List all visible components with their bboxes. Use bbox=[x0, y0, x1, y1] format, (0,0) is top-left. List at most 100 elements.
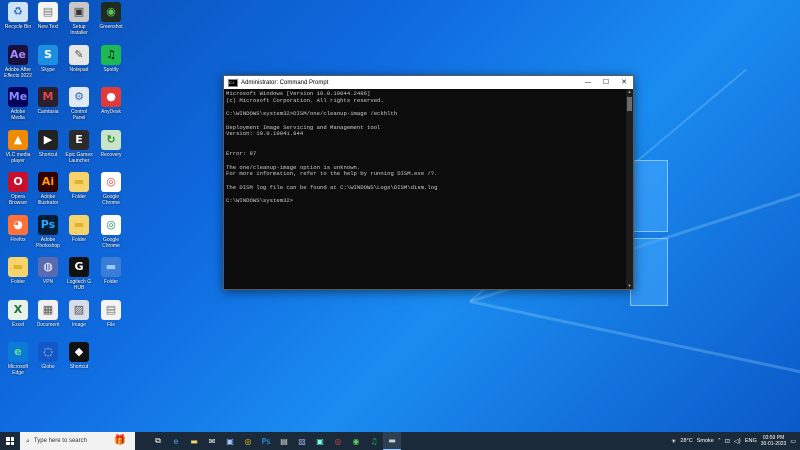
desktop-shortcut-label: Camtasia bbox=[37, 109, 59, 115]
cmd-icon[interactable]: ▬ bbox=[383, 432, 401, 450]
desktop-shortcut[interactable]: ◆ Shortcut bbox=[65, 342, 93, 380]
record-icon: ● bbox=[101, 87, 121, 107]
skype-icon: S bbox=[38, 44, 58, 65]
desktop-shortcut[interactable]: ▦ Document bbox=[34, 299, 62, 338]
window-title: Administrator: Command Prompt bbox=[241, 79, 329, 86]
language-indicator[interactable]: ENG bbox=[745, 438, 757, 444]
notification-icon[interactable]: ▭ bbox=[790, 438, 796, 445]
paint-icon[interactable]: ▨ bbox=[293, 432, 311, 450]
steam-icon: ◆ bbox=[69, 342, 89, 362]
desktop-shortcut[interactable]: ◌ Globe bbox=[34, 342, 62, 380]
chevron-up-icon[interactable]: ˄ bbox=[718, 438, 721, 445]
photoshop-icon[interactable]: Ps bbox=[257, 432, 275, 450]
system-tray: ☀ 28°C Smoke ˄ ⊡ ◁) ENG 03:59 PM 30-01-2… bbox=[671, 435, 800, 447]
desktop-shortcut-label: New Text bbox=[37, 24, 59, 30]
desktop-shortcut-label: Shortcut bbox=[38, 151, 58, 158]
desktop-shortcut[interactable]: M Camtasia bbox=[34, 87, 62, 125]
desktop-shortcut-label: Folder bbox=[71, 236, 87, 243]
desktop-shortcut[interactable]: ▤ New Text bbox=[34, 2, 62, 40]
weather-icon[interactable]: ☀ bbox=[671, 438, 676, 445]
desktop-shortcut[interactable]: ▬ Folder bbox=[4, 257, 32, 295]
desktop-shortcut[interactable]: ✎ Notepad bbox=[65, 44, 93, 83]
document-icon: ▦ bbox=[38, 299, 58, 320]
desktop-shortcut-label: Recycle Bin bbox=[4, 24, 32, 30]
desktop-shortcut[interactable]: ◎ Google Chrome bbox=[97, 214, 125, 253]
clock[interactable]: 03:59 PM 30-01-2023 bbox=[761, 435, 787, 447]
notepad-icon[interactable]: ▤ bbox=[275, 432, 293, 450]
desktop-shortcut[interactable]: ◕ Firefox bbox=[4, 214, 32, 253]
command-prompt-window[interactable]: C:\ Administrator: Command Prompt — ☐ ✕ … bbox=[223, 75, 634, 290]
desktop-shortcut[interactable]: X Excel bbox=[4, 299, 32, 338]
file-explorer-icon[interactable]: ▬ bbox=[185, 432, 203, 450]
desktop-shortcut[interactable]: ♫ Spotify bbox=[97, 44, 125, 83]
desktop-shortcut-label: Folder bbox=[10, 279, 26, 285]
clock-date: 30-01-2023 bbox=[760, 441, 787, 447]
desktop-shortcut-label: Adobe After Effects 2022 bbox=[4, 66, 32, 79]
start-button[interactable] bbox=[0, 432, 20, 450]
close-button[interactable]: ✕ bbox=[615, 76, 633, 89]
desktop-shortcut[interactable]: ◎ Google Chrome bbox=[97, 172, 125, 210]
desktop-shortcut[interactable]: ▣ Setup Installer bbox=[65, 2, 93, 40]
desktop-shortcut-label: Google Chrome bbox=[102, 236, 120, 249]
folder-icon: ▬ bbox=[69, 172, 89, 192]
vlc-icon: ▲ bbox=[8, 129, 28, 150]
desktop-shortcut[interactable]: Ae Adobe After Effects 2022 bbox=[4, 44, 32, 83]
windows-logo-pane bbox=[630, 160, 668, 232]
scroll-thumb[interactable] bbox=[627, 97, 632, 111]
desktop-shortcut[interactable]: ▨ Image bbox=[65, 299, 93, 338]
title-bar[interactable]: C:\ Administrator: Command Prompt — ☐ ✕ bbox=[224, 76, 633, 89]
weather-temp[interactable]: 28°C bbox=[680, 438, 692, 444]
desktop-shortcut-label: Recovery bbox=[100, 151, 122, 158]
scroll-down-icon[interactable]: ▼ bbox=[626, 283, 633, 289]
desktop-shortcut[interactable]: ● AnyDesk bbox=[97, 87, 125, 125]
desktop-shortcut[interactable]: ♻ Recycle Bin bbox=[4, 2, 32, 40]
greenshot-icon: ◉ bbox=[101, 2, 121, 22]
scrollbar[interactable]: ▲ ▼ bbox=[626, 89, 633, 289]
volume-icon[interactable]: ◁) bbox=[734, 438, 741, 445]
desktop-shortcut[interactable]: ▲ VLC media player bbox=[4, 129, 32, 168]
network-icon[interactable]: ⊡ bbox=[725, 438, 730, 445]
recovery-icon: ↻ bbox=[101, 129, 121, 150]
illustrator-icon: Ai bbox=[38, 172, 58, 192]
desktop-shortcut[interactable]: Ps Adobe Photoshop bbox=[34, 214, 62, 253]
desktop-shortcut[interactable]: ↻ Recovery bbox=[97, 129, 125, 168]
desktop-shortcut[interactable]: ◍ VPN bbox=[34, 257, 62, 295]
desktop-shortcut-label: VLC media player bbox=[5, 151, 31, 164]
desktop-shortcut[interactable]: ▶ Shortcut bbox=[34, 129, 62, 168]
desktop-shortcut[interactable]: ▬ Folder bbox=[65, 214, 93, 253]
task-view-icon[interactable]: ⧉ bbox=[149, 432, 167, 450]
file-icon: ▤ bbox=[101, 299, 121, 320]
maximize-button[interactable]: ☐ bbox=[597, 76, 615, 89]
desktop-shortcut[interactable]: S Skype bbox=[34, 44, 62, 83]
search-highlight-icon[interactable]: 🎁 bbox=[105, 433, 135, 449]
edge-icon[interactable]: e bbox=[167, 432, 185, 450]
desktop-shortcut[interactable]: ⚙ Control Panel bbox=[65, 87, 93, 125]
desktop-shortcut[interactable]: ▤ File bbox=[97, 299, 125, 338]
scroll-up-icon[interactable]: ▲ bbox=[626, 89, 633, 95]
minimize-button[interactable]: — bbox=[579, 76, 597, 89]
desktop-shortcut[interactable]: ▬ Folder bbox=[97, 257, 125, 295]
desktop-shortcut[interactable]: ◉ Greenshot bbox=[97, 2, 125, 40]
desktop-shortcut[interactable]: Ai Adobe Illustrator bbox=[34, 172, 62, 210]
app-icon[interactable]: ◉ bbox=[347, 432, 365, 450]
console-output[interactable]: Microsoft Windows [Version 10.0.19044.24… bbox=[226, 91, 625, 289]
desktop-shortcut[interactable]: O Opera Browser bbox=[4, 172, 32, 210]
recycle-bin-icon: ♻ bbox=[8, 2, 28, 22]
chrome-icon[interactable]: ◎ bbox=[329, 432, 347, 450]
desktop-shortcut[interactable]: Me Adobe Media Encoder 2022 bbox=[4, 87, 32, 125]
spotify-icon: ♫ bbox=[101, 44, 121, 65]
desktop-shortcut[interactable]: G Logitech G HUB bbox=[65, 257, 93, 295]
mail-icon[interactable]: ✉ bbox=[203, 432, 221, 450]
desktop-shortcut[interactable]: ▬ Folder bbox=[65, 172, 93, 210]
image-icon[interactable]: ▣ bbox=[311, 432, 329, 450]
excel-icon: X bbox=[8, 299, 28, 320]
desktop-shortcut[interactable]: e Microsoft Edge bbox=[4, 342, 32, 380]
store-icon[interactable]: ▣ bbox=[221, 432, 239, 450]
desktop-shortcut[interactable]: E Epic Games Launcher bbox=[65, 129, 93, 168]
spotify-icon[interactable]: ♫ bbox=[365, 432, 383, 450]
weather-desc[interactable]: Smoke bbox=[697, 438, 714, 444]
globe-icon: ◌ bbox=[38, 342, 58, 362]
chrome-icon[interactable]: ◎ bbox=[239, 432, 257, 450]
media-encoder-icon: Me bbox=[8, 87, 28, 107]
logitech-icon: G bbox=[69, 257, 89, 277]
